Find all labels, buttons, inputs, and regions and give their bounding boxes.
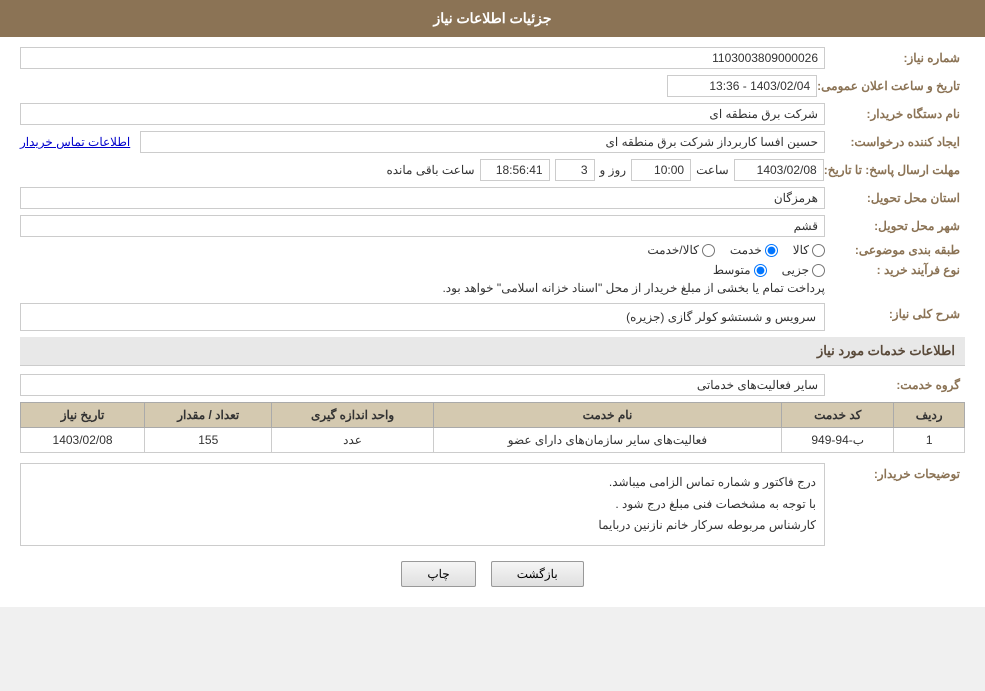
buyer-notes-line3: کارشناس مربوطه سرکار خانم نازنین دربایما — [29, 515, 816, 537]
remaining-time: 18:56:41 — [480, 159, 550, 181]
col-service-name: نام خدمت — [433, 403, 781, 428]
delivery-city-label: شهر محل تحویل: — [825, 219, 965, 233]
service-desc-label: شرح کلی نیاز: — [825, 303, 965, 321]
service-info-title: اطلاعات خدمات مورد نیاز — [20, 337, 965, 366]
purchase-type-label: نوع فرآیند خرید : — [825, 263, 965, 277]
date-value: 1403/02/04 - 13:36 — [667, 75, 817, 97]
purchase-type-notice: پرداخت تمام یا بخشی از مبلغ خریدار از مح… — [442, 281, 825, 295]
services-table: ردیف کد خدمت نام خدمت واحد اندازه گیری ت… — [20, 402, 965, 453]
col-row-num: ردیف — [894, 403, 965, 428]
cell-service-code: ب-94-949 — [782, 428, 894, 453]
response-days: 3 — [555, 159, 595, 181]
category-option-goods[interactable]: کالا — [793, 243, 825, 257]
page-header: جزئیات اطلاعات نیاز — [0, 0, 985, 37]
buyer-notes-line2: با توجه به مشخصات فنی مبلغ درج شود . — [29, 494, 816, 516]
response-days-label: روز و — [600, 163, 627, 177]
delivery-city-value: قشم — [20, 215, 825, 237]
delivery-province-label: استان محل تحویل: — [825, 191, 965, 205]
response-deadline-label: مهلت ارسال پاسخ: تا تاریخ: — [824, 163, 965, 177]
buttons-row: بازگشت چاپ — [20, 561, 965, 587]
table-row: 1 ب-94-949 فعالیت‌های سایر سازمان‌های دا… — [21, 428, 965, 453]
response-time: 10:00 — [631, 159, 691, 181]
purchase-option-medium[interactable]: متوسط — [713, 263, 767, 277]
creator-label: ایجاد کننده درخواست: — [825, 135, 965, 149]
col-date: تاریخ نیاز — [21, 403, 145, 428]
buyer-org-label: نام دستگاه خریدار: — [825, 107, 965, 121]
cell-unit: عدد — [272, 428, 433, 453]
back-button[interactable]: بازگشت — [491, 561, 584, 587]
creator-value: حسین افسا کاربرداز شرکت برق منطقه ای — [140, 131, 825, 153]
cell-service-name: فعالیت‌های سایر سازمان‌های دارای عضو — [433, 428, 781, 453]
col-quantity: تعداد / مقدار — [145, 403, 272, 428]
date-label: تاریخ و ساعت اعلان عمومی: — [817, 79, 965, 93]
response-time-label: ساعت — [696, 163, 729, 177]
buyer-notes-label: توضیحات خریدار: — [825, 463, 965, 481]
category-option-both[interactable]: کالا/خدمت — [647, 243, 714, 257]
print-button[interactable]: چاپ — [401, 561, 475, 587]
service-group-label: گروه خدمت: — [825, 378, 965, 392]
need-number-value: 1103003809000026 — [20, 47, 825, 69]
remaining-time-label: ساعت باقی مانده — [386, 163, 474, 177]
cell-quantity: 155 — [145, 428, 272, 453]
category-radio-group: کالا خدمت کالا/خدمت — [647, 243, 825, 257]
cell-row-num: 1 — [894, 428, 965, 453]
page-title: جزئیات اطلاعات نیاز — [433, 10, 551, 26]
col-service-code: کد خدمت — [782, 403, 894, 428]
purchase-option-partial[interactable]: جزیی — [782, 263, 825, 277]
contact-link[interactable]: اطلاعات تماس خریدار — [20, 135, 130, 149]
cell-date: 1403/02/08 — [21, 428, 145, 453]
service-desc-value: سرویس و شستشو کولر گازی (جزیره) — [20, 303, 825, 331]
service-group-value: سایر فعالیت‌های خدماتی — [20, 374, 825, 396]
buyer-notes-line1: درج فاکتور و شماره تماس الزامی میباشد. — [29, 472, 816, 494]
category-label: طبقه بندی موضوعی: — [825, 243, 965, 257]
buyer-notes-box: درج فاکتور و شماره تماس الزامی میباشد. ب… — [20, 463, 825, 546]
need-number-label: شماره نیاز: — [825, 51, 965, 65]
response-date: 1403/02/08 — [734, 159, 824, 181]
company-value: شرکت برق منطقه ای — [20, 103, 825, 125]
services-table-section: ردیف کد خدمت نام خدمت واحد اندازه گیری ت… — [20, 402, 965, 453]
category-option-service[interactable]: خدمت — [730, 243, 778, 257]
delivery-province-value: هرمزگان — [20, 187, 825, 209]
col-unit: واحد اندازه گیری — [272, 403, 433, 428]
